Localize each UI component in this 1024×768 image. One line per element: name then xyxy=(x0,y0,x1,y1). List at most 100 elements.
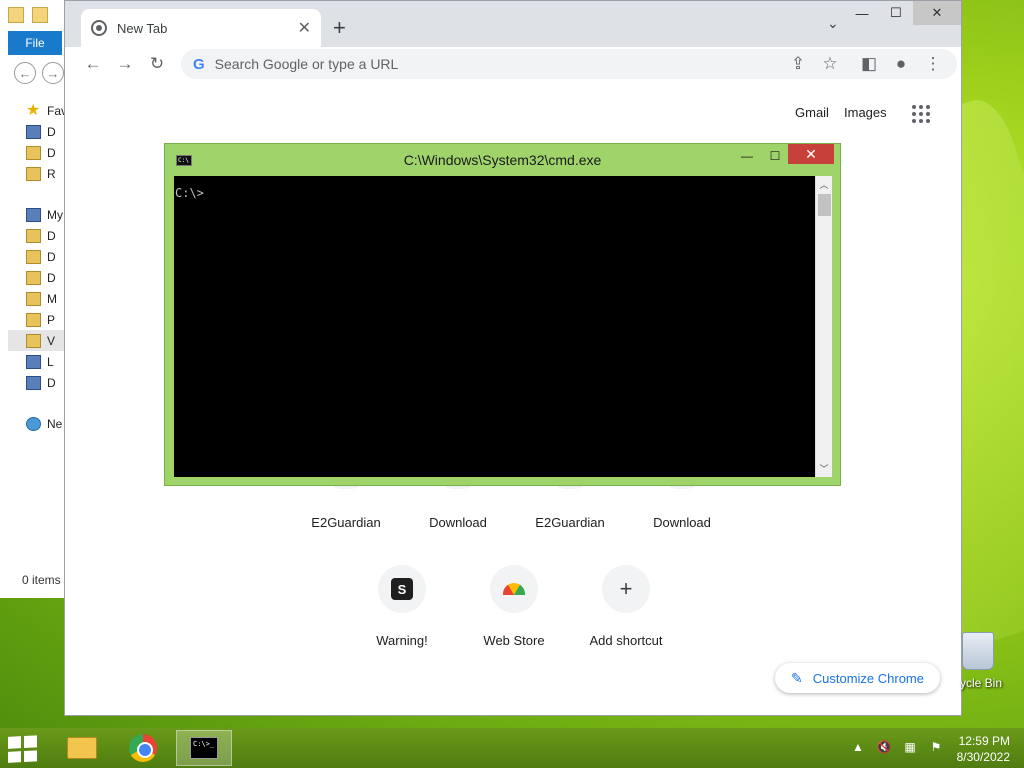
menu-kebab-icon[interactable]: ⋮ xyxy=(921,52,945,76)
properties-icon[interactable] xyxy=(8,7,24,23)
taskbar: C:\>_ ▲ 🔇 ▦ ⚑ 12:59 PM 8/30/2022 xyxy=(0,728,1024,768)
tab-strip: New Tab ✕ + ⌄ — ☐ ✕ xyxy=(65,1,961,47)
tree-item[interactable]: D xyxy=(26,267,67,288)
tree-item[interactable]: V xyxy=(8,330,68,351)
customize-chrome-button[interactable]: ✎ Customize Chrome xyxy=(775,663,940,693)
shortcut-label: Download xyxy=(429,515,487,530)
browser-toolbar: ← → ↻ G Search Google or type a URL ⇪ ☆ … xyxy=(65,47,961,81)
shortcut-tile-web-store[interactable]: Web Store xyxy=(458,565,570,648)
shortcut-label: E2Guardian xyxy=(311,515,381,530)
action-center-flag-icon[interactable]: ⚑ xyxy=(928,740,944,754)
window-controls: — ☐ ✕ xyxy=(845,1,961,25)
tree-item[interactable]: Ne xyxy=(26,413,67,434)
videos-folder-icon xyxy=(26,333,41,348)
shortcut-label: Download xyxy=(653,515,711,530)
shortcut-label: E2Guardian xyxy=(535,515,605,530)
forward-arrow-icon[interactable]: → xyxy=(113,52,137,76)
tree-item[interactable]: D xyxy=(26,142,67,163)
tree-item[interactable]: My xyxy=(26,204,67,225)
scroll-down-icon[interactable]: ﹀ xyxy=(816,460,832,477)
cmd-title-bar[interactable]: C:\ C:\Windows\System32\cmd.exe — ☐ ✕ xyxy=(165,144,840,176)
share-icon[interactable]: ⇪ xyxy=(786,52,810,76)
tree-item-label: D xyxy=(47,228,56,243)
images-link[interactable]: Images xyxy=(844,105,887,120)
bookmark-star-icon[interactable]: ☆ xyxy=(818,52,842,76)
web-store-icon xyxy=(503,583,525,595)
pencil-icon: ✎ xyxy=(791,669,803,686)
start-windows-icon[interactable] xyxy=(8,735,40,763)
cmd-minimize-button[interactable]: — xyxy=(733,146,761,166)
tree-item-label: Ne xyxy=(47,416,63,431)
cmd-console[interactable]: C:\> xyxy=(174,176,815,477)
file-ribbon-tab[interactable]: File xyxy=(8,31,62,55)
drive-icon xyxy=(26,375,41,390)
tree-item[interactable]: R xyxy=(26,163,67,184)
status-bar-items: 0 items xyxy=(22,573,61,587)
tree-item-label: L xyxy=(47,354,54,369)
cmd-scrollbar[interactable]: ︿ ﹀ xyxy=(815,176,832,477)
shortcut-label: Warning! xyxy=(376,633,428,648)
tree-item[interactable]: D xyxy=(26,121,67,142)
minimize-button[interactable]: — xyxy=(845,1,879,25)
shortcut-icon-wrap: S xyxy=(378,565,426,613)
tree-item[interactable]: M xyxy=(26,288,67,309)
google-g-icon: G xyxy=(193,55,205,73)
shortcut-icon-wrap: + xyxy=(602,565,650,613)
tree-item-label: D xyxy=(47,124,56,139)
tree-item[interactable]: D xyxy=(26,372,67,393)
taskbar-cmd[interactable]: C:\>_ xyxy=(176,730,232,766)
tree-item[interactable]: ★ Fav xyxy=(26,100,67,121)
reload-icon[interactable]: ↻ xyxy=(145,52,169,76)
scroll-thumb[interactable] xyxy=(818,194,831,216)
shortcut-label: Add shortcut xyxy=(589,633,663,648)
tree-item-label: D xyxy=(47,145,56,160)
folder-icon xyxy=(26,270,41,285)
tab-close-icon[interactable]: ✕ xyxy=(298,18,311,38)
show-hidden-icons-chevron-icon[interactable]: ▲ xyxy=(850,740,866,754)
taskbar-chrome[interactable] xyxy=(115,730,171,766)
cmd-close-button[interactable]: ✕ xyxy=(788,144,834,164)
system-tray: ▲ 🔇 ▦ ⚑ xyxy=(850,740,944,754)
cmd-icon: C:\>_ xyxy=(190,737,218,759)
recycle-bin-desktop-icon[interactable]: ycle Bin xyxy=(960,632,1024,690)
tab-new-tab[interactable]: New Tab ✕ xyxy=(81,9,321,47)
tree-item-label: V xyxy=(47,333,56,348)
tree-item[interactable]: L xyxy=(26,351,67,372)
add-shortcut-button[interactable]: + Add shortcut xyxy=(570,565,682,648)
folder-icon xyxy=(67,737,97,759)
new-folder-icon[interactable] xyxy=(32,7,48,23)
back-arrow-icon[interactable]: ← xyxy=(81,52,105,76)
tree-item[interactable]: P xyxy=(26,309,67,330)
cmd-maximize-button[interactable]: ☐ xyxy=(761,146,789,166)
volume-muted-icon[interactable]: 🔇 xyxy=(876,740,892,754)
taskbar-clock[interactable]: 12:59 PM 8/30/2022 xyxy=(948,733,1010,765)
shortcut-tile-warning[interactable]: S Warning! xyxy=(346,565,458,648)
cmd-window[interactable]: C:\ C:\Windows\System32\cmd.exe — ☐ ✕ C:… xyxy=(164,143,841,486)
tree-item-label: My xyxy=(47,207,63,222)
tree-item[interactable]: D xyxy=(26,246,67,267)
tab-search-dropdown-icon[interactable]: ⌄ xyxy=(827,15,839,32)
side-panel-icon[interactable]: ◧ xyxy=(857,52,881,76)
taskbar-file-explorer[interactable] xyxy=(54,730,110,766)
new-tab-button[interactable]: + xyxy=(333,15,346,41)
tree-item[interactable]: D xyxy=(26,225,67,246)
scroll-up-icon[interactable]: ︿ xyxy=(816,176,832,193)
maximize-button[interactable]: ☐ xyxy=(879,1,913,25)
google-apps-icon[interactable] xyxy=(912,105,930,123)
s-icon: S xyxy=(391,578,413,600)
tree-item-label: D xyxy=(47,249,56,264)
back-arrow-icon[interactable]: ← xyxy=(14,62,36,84)
close-button[interactable]: ✕ xyxy=(913,1,961,25)
music-folder-icon xyxy=(26,291,41,306)
tree-item-label: M xyxy=(47,291,57,306)
profile-avatar-icon[interactable]: ● xyxy=(889,52,913,76)
shortcut-icon-wrap xyxy=(490,565,538,613)
gmail-link[interactable]: Gmail xyxy=(795,105,829,120)
tree-item-label: D xyxy=(47,375,56,390)
customize-chrome-label: Customize Chrome xyxy=(812,670,924,686)
downloads-icon xyxy=(26,145,41,160)
forward-arrow-icon[interactable]: → xyxy=(42,62,64,84)
network-icon[interactable]: ▦ xyxy=(902,740,918,754)
clock-time: 12:59 PM xyxy=(958,734,1010,748)
tree-item-label: P xyxy=(47,312,56,327)
